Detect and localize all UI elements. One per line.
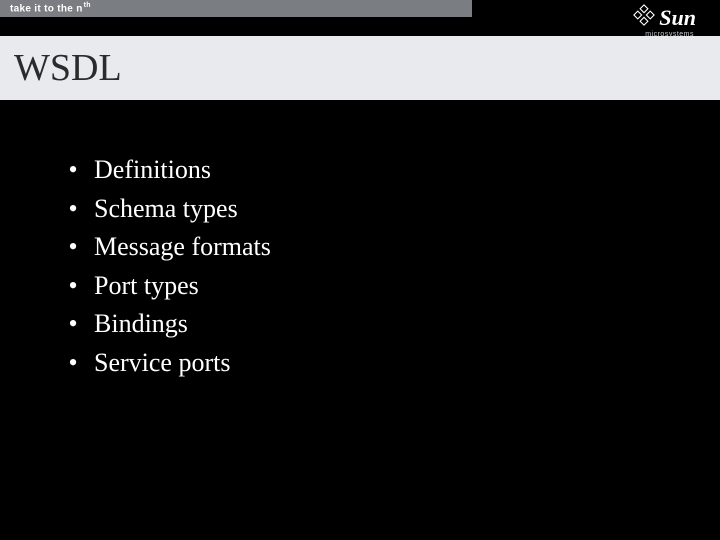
title-bar: WSDL <box>0 36 720 100</box>
tagline-strip: take it to the nth <box>0 0 472 17</box>
slide-title: WSDL <box>14 46 122 90</box>
list-item: • Service ports <box>66 347 720 380</box>
bullet-text: Schema types <box>94 193 238 226</box>
sun-logo-row: Sun <box>633 4 696 31</box>
bullet-text: Port types <box>94 270 199 303</box>
list-item: • Bindings <box>66 308 720 341</box>
bullet-text: Definitions <box>94 154 211 187</box>
sun-logo-subtext: microsystems <box>645 31 694 38</box>
list-item: • Definitions <box>66 154 720 187</box>
bullet-icon: • <box>66 350 80 376</box>
bullet-list: • Definitions • Schema types • Message f… <box>66 154 720 379</box>
bullet-icon: • <box>66 234 80 260</box>
bullet-text: Bindings <box>94 308 188 341</box>
list-item: • Port types <box>66 270 720 303</box>
sun-diamond-icon <box>633 4 655 31</box>
bullet-icon: • <box>66 157 80 183</box>
bullet-text: Service ports <box>94 347 230 380</box>
sun-logo-text: Sun <box>659 7 696 29</box>
header-bar: take it to the nth Sun microsystems <box>0 0 720 36</box>
sun-logo: Sun microsystems <box>633 4 696 38</box>
slide-content: • Definitions • Schema types • Message f… <box>0 100 720 379</box>
bullet-icon: • <box>66 311 80 337</box>
bullet-text: Message formats <box>94 231 271 264</box>
bullet-icon: • <box>66 196 80 222</box>
tagline-text: take it to the nth <box>10 2 91 14</box>
bullet-icon: • <box>66 273 80 299</box>
list-item: • Message formats <box>66 231 720 264</box>
list-item: • Schema types <box>66 193 720 226</box>
